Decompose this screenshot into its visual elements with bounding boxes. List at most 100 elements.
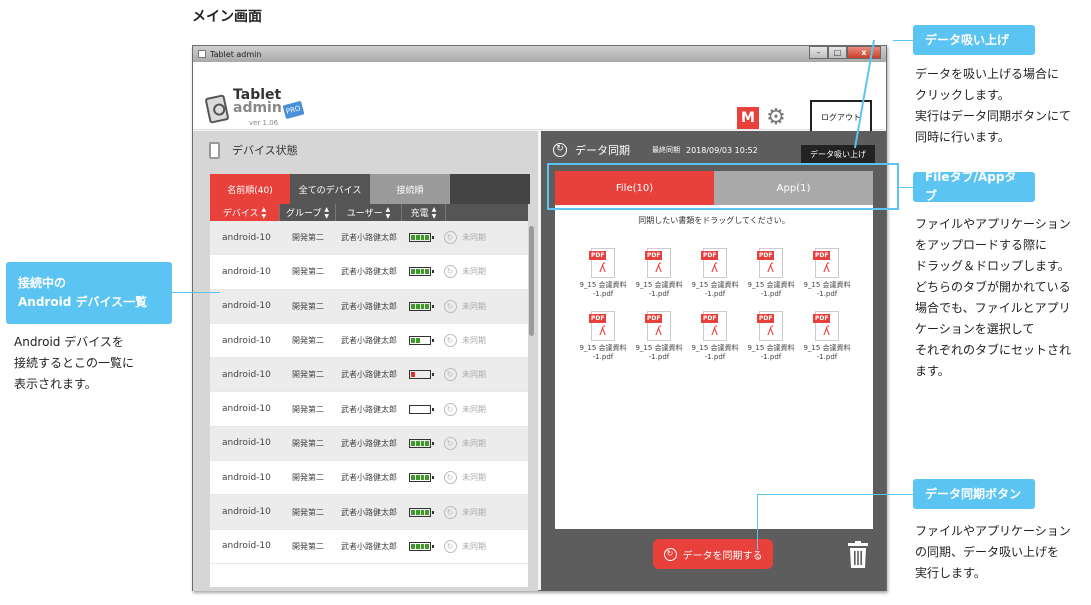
callout-pull: データ吸い上げ	[913, 25, 1035, 55]
pdf-file-icon: PDF ʎ	[813, 248, 839, 278]
file-item[interactable]: PDF ʎ 9_15 会議資料 -1.pdf	[687, 311, 743, 362]
tablet-logo-icon	[204, 94, 230, 124]
pdf-tag: PDF	[701, 314, 719, 323]
row-group: 開発第二	[292, 473, 324, 483]
row-status: 未同期	[462, 541, 486, 551]
page-heading: メイン画面	[192, 9, 262, 25]
tab-sort-connection[interactable]: 接続順	[370, 174, 450, 204]
file-item[interactable]: PDF ʎ 9_15 会議資料 -1.pdf	[575, 311, 631, 362]
row-status: 未同期	[462, 370, 486, 380]
row-device: android-10	[222, 335, 271, 346]
file-name: 9_15 会議資料 -1.pdf	[691, 281, 739, 298]
table-row[interactable]: android-10 開発第二 武者小路健太郎 ↻ 未同期	[210, 530, 528, 564]
row-user: 武者小路健太郎	[341, 233, 397, 243]
row-status: 未同期	[462, 507, 486, 517]
device-list-scrollbar[interactable]	[529, 226, 534, 336]
table-row[interactable]: android-10 開発第二 武者小路健太郎 ↻ 未同期	[210, 495, 528, 530]
tab-empty	[450, 174, 530, 204]
table-row[interactable]: android-10 開発第二 武者小路健太郎 ↻ 未同期	[210, 426, 528, 462]
table-row[interactable]: android-10 開発第二 武者小路健太郎 ↻ 未同期	[210, 358, 528, 393]
sync-icon: ↻	[443, 368, 457, 382]
pdf-tag: PDF	[645, 251, 663, 260]
acrobat-icon: ʎ	[655, 261, 663, 275]
battery-icon	[409, 267, 434, 277]
sort-icon: ▲ ▼	[431, 205, 437, 220]
row-device: android-10	[222, 541, 271, 552]
tab-all-devices[interactable]: 全てのデバイス	[290, 174, 370, 204]
acrobat-icon: ʎ	[711, 324, 719, 338]
pdf-file-icon: PDF ʎ	[645, 248, 671, 278]
file-name: 9_15 会議資料 -1.pdf	[803, 281, 851, 298]
acrobat-icon: ʎ	[711, 261, 719, 275]
pdf-file-icon: PDF ʎ	[757, 311, 783, 341]
column-device[interactable]: デバイス ▲ ▼	[210, 204, 280, 221]
tab-sort-name[interactable]: 名前順(40)	[210, 174, 290, 204]
row-device: android-10	[222, 301, 271, 312]
file-item[interactable]: PDF ʎ 9_15 会議資料 -1.pdf	[799, 311, 855, 362]
file-item[interactable]: PDF ʎ 9_15 会議資料 -1.pdf	[743, 248, 799, 299]
file-item[interactable]: PDF ʎ 9_15 会議資料 -1.pdf	[575, 248, 631, 299]
file-name: 9_15 会議資料 -1.pdf	[635, 344, 683, 361]
file-item[interactable]: PDF ʎ 9_15 会議資料 -1.pdf	[631, 311, 687, 362]
file-item[interactable]: PDF ʎ 9_15 会議資料 -1.pdf	[687, 248, 743, 299]
device-status-title: デバイス状態	[232, 144, 298, 157]
last-sync-value: 2018/09/03 10:52	[686, 145, 758, 155]
maximize-button[interactable]: □	[828, 46, 847, 59]
file-name: 9_15 会議資料 -1.pdf	[803, 344, 851, 361]
table-row[interactable]: android-10 開発第二 武者小路健太郎 ↻ 未同期	[210, 255, 528, 290]
last-sync-label: 最終同期	[652, 146, 680, 154]
row-device: android-10	[222, 404, 271, 415]
table-row[interactable]: android-10 開発第二 武者小路健太郎 ↻ 未同期	[210, 289, 528, 324]
callout-line	[172, 292, 220, 293]
row-user: 武者小路健太郎	[341, 267, 397, 277]
column-group[interactable]: グループ ▲ ▼	[280, 204, 336, 221]
pdf-tag: PDF	[645, 314, 663, 323]
row-group: 開発第二	[292, 438, 324, 448]
device-icon	[209, 141, 220, 159]
minimize-button[interactable]: –	[809, 46, 828, 59]
file-drop-area[interactable]: 同期したい書類をドラッグしてください。 PDF ʎ 9_15 会議資料 -1.pdf…	[555, 205, 873, 529]
file-name: 9_15 会議資料 -1.pdf	[635, 281, 683, 298]
file-name: 9_15 会議資料 -1.pdf	[691, 344, 739, 361]
row-user: 武者小路健太郎	[341, 404, 397, 414]
m-icon[interactable]: M	[737, 107, 759, 129]
device-filter-tabs: 名前順(40) 全てのデバイス 接続順	[210, 174, 530, 204]
column-user[interactable]: ユーザー ▲ ▼	[336, 204, 402, 221]
sync-icon: ↻	[663, 547, 677, 561]
file-item[interactable]: PDF ʎ 9_15 会議資料 -1.pdf	[799, 248, 855, 299]
data-pull-button[interactable]: データ吸い上げ	[801, 145, 875, 163]
sync-data-button[interactable]: ↻ データを同期する	[653, 539, 773, 569]
row-group: 開発第二	[292, 267, 324, 277]
row-status: 未同期	[462, 336, 486, 346]
sort-icon: ▲ ▼	[324, 205, 330, 220]
table-row[interactable]: android-10 開発第二 武者小路健太郎 ↻ 未同期	[210, 324, 528, 359]
file-name: 9_15 会議資料 -1.pdf	[579, 281, 627, 298]
sync-icon: ↻	[553, 143, 567, 157]
app-window: Tablet admin – □ x Tablet admin PRO ver 1…	[192, 45, 887, 591]
battery-icon	[409, 541, 434, 551]
row-status: 未同期	[462, 438, 486, 448]
table-row[interactable]: android-10 開発第二 武者小路健太郎 ↻ 未同期	[210, 461, 528, 496]
column-battery[interactable]: 充電 ▲ ▼	[402, 204, 446, 221]
logo-sub: admin	[233, 100, 282, 116]
row-group: 開発第二	[292, 233, 324, 243]
file-grid: PDF ʎ 9_15 会議資料 -1.pdf PDF ʎ 9_15 会議資料 -1.pdf…	[575, 248, 855, 362]
row-user: 武者小路健太郎	[341, 301, 397, 311]
gear-icon[interactable]: ⚙	[765, 107, 787, 129]
close-button[interactable]: x	[847, 46, 881, 59]
window-titlebar[interactable]: Tablet admin – □ x	[193, 46, 886, 62]
row-status: 未同期	[462, 473, 486, 483]
row-device: android-10	[222, 369, 271, 380]
table-row[interactable]: android-10 開発第二 武者小路健太郎 ↻ 未同期	[210, 221, 528, 256]
sync-icon: ↻	[443, 539, 457, 553]
row-group: 開発第二	[292, 336, 324, 346]
file-item[interactable]: PDF ʎ 9_15 会議資料 -1.pdf	[631, 248, 687, 299]
device-list: android-10 開発第二 武者小路健太郎 ↻ 未同期 android-10 開発第二武…	[210, 221, 528, 587]
row-group: 開発第二	[292, 507, 324, 517]
sync-icon: ↻	[443, 505, 457, 519]
file-item[interactable]: PDF ʎ 9_15 会議資料 -1.pdf	[743, 311, 799, 362]
acrobat-icon: ʎ	[655, 324, 663, 338]
table-row[interactable]: android-10 開発第二 武者小路健太郎 ↻ 未同期	[210, 392, 528, 427]
sync-icon: ↻	[443, 265, 457, 279]
trash-icon[interactable]	[847, 541, 869, 569]
